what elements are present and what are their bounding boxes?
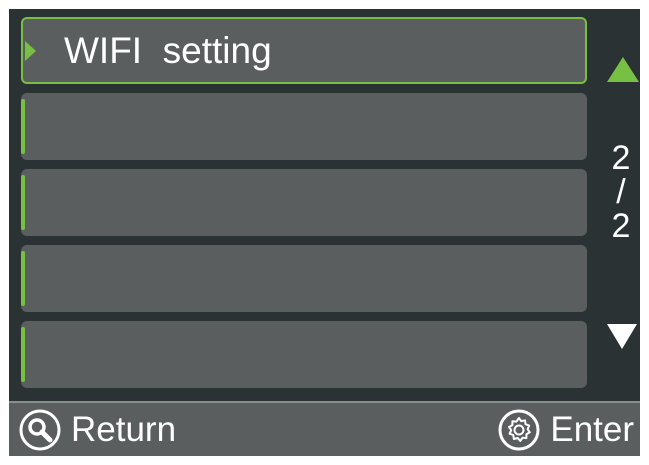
magnifier-icon (19, 409, 61, 451)
menu-item-empty-3[interactable] (21, 169, 587, 236)
menu-item-empty-2[interactable] (21, 93, 587, 160)
gear-icon (498, 409, 540, 451)
menu-list: WIFI setting (21, 17, 591, 400)
return-label: Return (71, 410, 177, 449)
page-total: 2 (611, 207, 631, 245)
menu-item-label: WIFI setting (64, 30, 272, 71)
selection-pointer-icon (25, 40, 36, 61)
menu-item-empty-5[interactable] (21, 321, 587, 388)
bottom-bar-divider (9, 401, 640, 403)
bottom-bar: Return Enter (9, 401, 640, 456)
menu-item-wifi-setting[interactable]: WIFI setting (21, 17, 587, 84)
page-current: 2 (611, 139, 631, 177)
return-button[interactable]: Return (19, 407, 176, 453)
menu-item-empty-4[interactable] (21, 245, 587, 312)
device-screen: WIFI setting 2 / 2 Return Enter (9, 9, 640, 456)
scroll-up-icon[interactable] (607, 57, 639, 82)
enter-label: Enter (550, 410, 634, 449)
scroll-down-icon[interactable] (607, 324, 637, 349)
page-indicator: 2 / 2 (599, 141, 640, 243)
page-separator: / (616, 173, 626, 211)
enter-button[interactable]: Enter (498, 407, 634, 453)
